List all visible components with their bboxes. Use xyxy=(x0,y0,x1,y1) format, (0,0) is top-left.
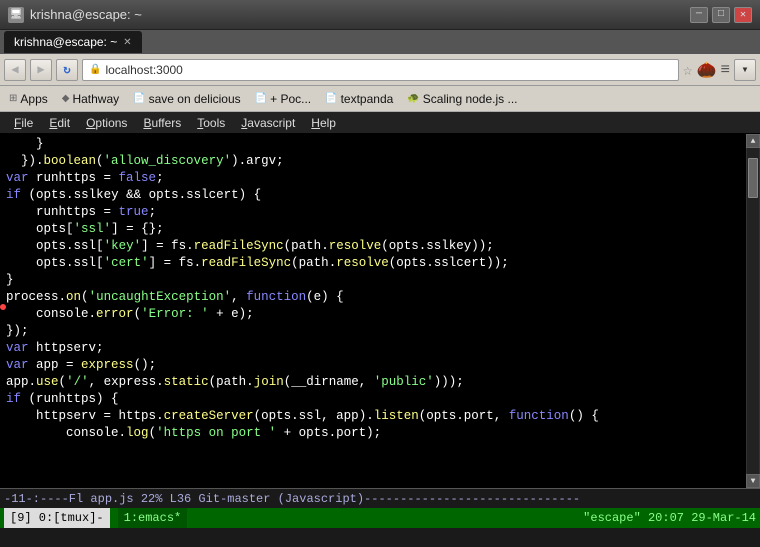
code-line-8: opts['ssl'] = {}; xyxy=(6,221,740,238)
bookmark-apps[interactable]: ⊞ Apps xyxy=(6,91,51,107)
menu-options[interactable]: Options xyxy=(78,114,135,132)
bookmarks-dropdown-button[interactable]: ▾ xyxy=(734,59,756,81)
menu-buffers[interactable]: Buffers xyxy=(135,114,189,132)
code-line-25: console.log('https on port ' + opts.port… xyxy=(6,425,740,442)
menu-javascript[interactable]: Javascript xyxy=(233,114,303,132)
maximize-button[interactable]: □ xyxy=(712,7,730,23)
refresh-button[interactable]: ↻ xyxy=(56,59,78,81)
tab-label: krishna@escape: ~ xyxy=(14,35,117,49)
address-bar[interactable]: 🔒 localhost:3000 xyxy=(82,59,679,81)
editor-status-bar: -11-:----Fl app.js 22% L36 Git-master (J… xyxy=(0,488,760,508)
code-line-9: opts.ssl['key'] = fs.readFileSync(path.r… xyxy=(6,238,740,255)
menu-tools[interactable]: Tools xyxy=(189,114,233,132)
delicious-icon: 📄 xyxy=(133,93,145,104)
code-line-16: }); xyxy=(6,323,740,340)
back-button[interactable]: ◀ xyxy=(4,59,26,81)
minimize-button[interactable]: ─ xyxy=(690,7,708,23)
red-error-marker xyxy=(0,304,6,310)
bookmark-textpanda-label: textpanda xyxy=(341,92,394,106)
close-button[interactable]: ✕ xyxy=(734,7,752,23)
editor-menu-bar: File Edit Options Buffers Tools Javascri… xyxy=(0,112,760,134)
menu-help[interactable]: Help xyxy=(303,114,344,132)
bookmark-hathway-label: Hathway xyxy=(72,92,119,106)
bookmark-poc[interactable]: 📄 + Poc... xyxy=(252,91,314,107)
code-line-10: opts.ssl['cert'] = fs.readFileSync(path.… xyxy=(6,255,740,272)
tmux-tab-1[interactable]: 1:emacs* xyxy=(118,508,188,528)
code-line-1: } xyxy=(6,136,740,153)
title-bar: 🖥 krishna@escape: ~ ─ □ ✕ xyxy=(0,0,760,30)
tab-bar: krishna@escape: ~ ✕ xyxy=(0,30,760,54)
bookmarks-bar: ⊞ Apps ◆ Hathway 📄 save on delicious 📄 +… xyxy=(0,86,760,112)
tmux-bar: [9] 0:[tmux]- 1:emacs* "escape" 20:07 29… xyxy=(0,508,760,528)
code-line-4: var runhttps = false; xyxy=(6,170,740,187)
code-line-6: if (opts.sslkey && opts.sslcert) { xyxy=(6,187,740,204)
window-controls: ─ □ ✕ xyxy=(690,7,752,23)
tab-close-button[interactable]: ✕ xyxy=(123,37,131,48)
editor-scrollbar[interactable]: ▲ ▼ xyxy=(746,134,760,488)
browser-tab[interactable]: krishna@escape: ~ ✕ xyxy=(4,31,142,53)
code-line-24: httpserv = https.createServer(opts.ssl, … xyxy=(6,408,740,425)
menu-file[interactable]: File xyxy=(6,114,41,132)
code-line-15: console.error('Error: ' + e); xyxy=(6,306,740,323)
bookmark-delicious[interactable]: 📄 save on delicious xyxy=(130,91,244,107)
tmux-tab-0[interactable]: [9] 0:[tmux]- xyxy=(4,508,110,528)
code-line-14: process.on('uncaughtException', function… xyxy=(6,289,740,306)
acorn-icon[interactable]: 🌰 xyxy=(696,60,716,80)
address-lock-icon: 🔒 xyxy=(89,64,101,75)
code-line-11: } xyxy=(6,272,740,289)
scroll-up-button[interactable]: ▲ xyxy=(746,134,760,148)
code-line-20: var app = express(); xyxy=(6,357,740,374)
bookmark-hathway[interactable]: ◆ Hathway xyxy=(59,91,122,107)
bookmark-scaling[interactable]: 🐢 Scaling node.js ... xyxy=(404,91,520,107)
bookmark-textpanda[interactable]: 📄 textpanda xyxy=(322,91,396,107)
code-line-23: if (runhttps) { xyxy=(6,391,740,408)
window-icon: 🖥 xyxy=(8,7,24,23)
code-line-18: var httpserv; xyxy=(6,340,740,357)
textpanda-icon: 📄 xyxy=(325,93,337,104)
address-text: localhost:3000 xyxy=(105,63,182,77)
hathway-icon: ◆ xyxy=(62,93,70,104)
nav-bar: ◀ ▶ ↻ 🔒 localhost:3000 ☆ 🌰 ≡ ▾ xyxy=(0,54,760,86)
code-line-2: }).boolean('allow_discovery').argv; xyxy=(6,153,740,170)
tmux-clock: "escape" 20:07 29-Mar-14 xyxy=(583,511,756,525)
editor-container: } }).boolean('allow_discovery').argv; va… xyxy=(0,134,760,488)
apps-grid-icon: ⊞ xyxy=(9,93,17,104)
bookmark-star-icon[interactable]: ☆ xyxy=(683,60,693,80)
bookmark-apps-label: Apps xyxy=(20,92,47,106)
poc-icon: 📄 xyxy=(255,93,267,104)
forward-button[interactable]: ▶ xyxy=(30,59,52,81)
scroll-thumb[interactable] xyxy=(748,158,758,198)
menu-edit[interactable]: Edit xyxy=(41,114,78,132)
editor-content[interactable]: } }).boolean('allow_discovery').argv; va… xyxy=(0,134,746,488)
bookmark-delicious-label: save on delicious xyxy=(149,92,241,106)
scroll-down-button[interactable]: ▼ xyxy=(746,474,760,488)
code-line-21: app.use('/', express.static(path.join(__… xyxy=(6,374,740,391)
title-text: krishna@escape: ~ xyxy=(30,7,684,22)
scaling-icon: 🐢 xyxy=(407,93,419,104)
code-line-7: runhttps = true; xyxy=(6,204,740,221)
status-text: -11-:----Fl app.js 22% L36 Git-master (J… xyxy=(4,492,580,506)
bookmark-poc-label: + Poc... xyxy=(270,92,311,106)
scroll-track[interactable] xyxy=(747,148,759,474)
bookmark-scaling-label: Scaling node.js ... xyxy=(423,92,518,106)
menu-icon[interactable]: ≡ xyxy=(720,61,730,79)
